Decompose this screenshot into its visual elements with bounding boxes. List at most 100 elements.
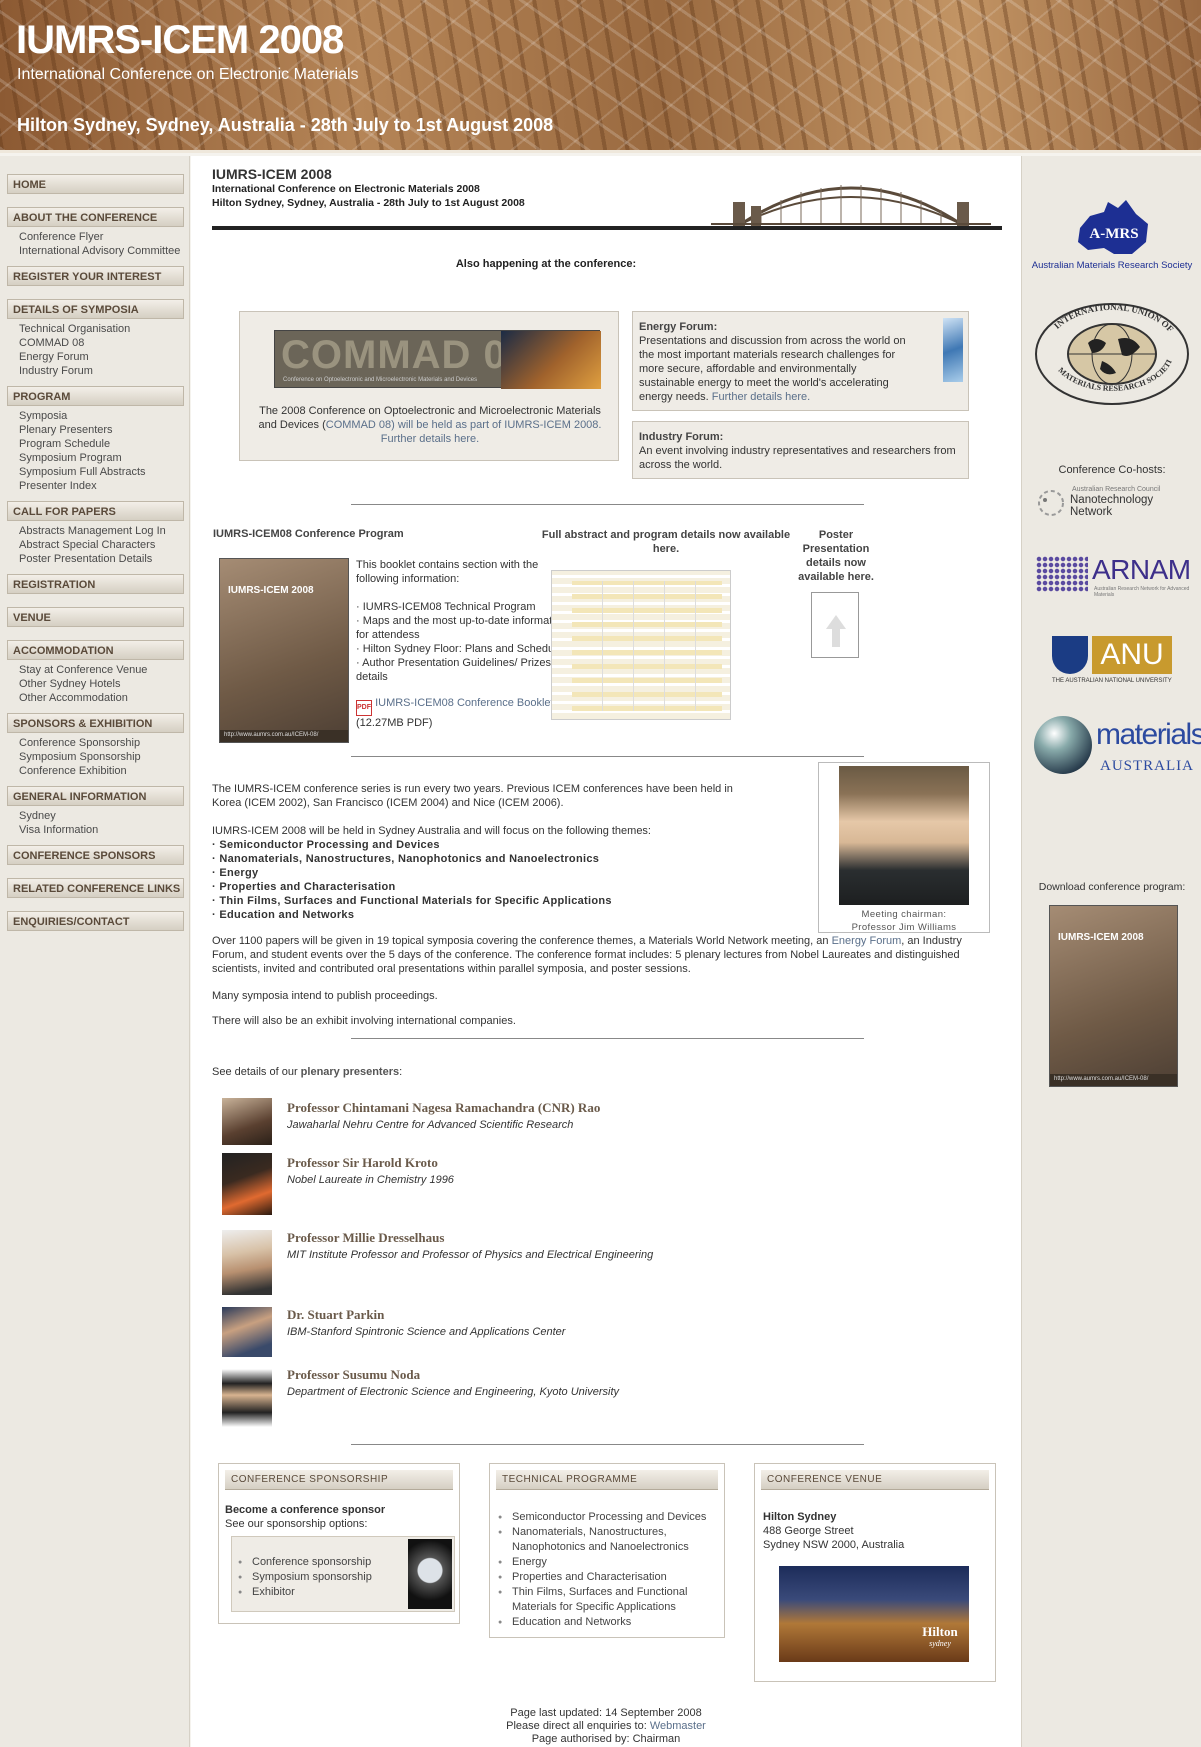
technical-theme-item[interactable]: Semiconductor Processing and Devices — [496, 1510, 716, 1525]
venue-panel-head: CONFERENCE VENUE — [761, 1470, 989, 1490]
nav-sub-plenary[interactable]: Plenary Presenters — [19, 423, 190, 437]
presenter-name[interactable]: Professor Susumu Noda — [287, 1367, 619, 1383]
technical-theme-item[interactable]: Nanomaterials, Nanostructures, Nanophoto… — [496, 1525, 716, 1555]
chairman-photo-frame: Meeting chairman: Professor Jim Williams — [818, 762, 990, 933]
poster-heading-link[interactable]: Poster Presentation details now availabl… — [796, 528, 876, 584]
nav-sub-symposia[interactable]: Symposia — [19, 409, 190, 423]
technical-theme-item[interactable]: Properties and Characterisation — [496, 1570, 716, 1585]
energy-forum-box[interactable]: Energy Forum: Presentations and discussi… — [632, 311, 969, 411]
exhibit-note: There will also be an exhibit involving … — [212, 1015, 516, 1027]
nav-sub-symp-sponsorship[interactable]: Symposium Sponsorship — [19, 750, 190, 764]
program-section-title: IUMRS-ICEM08 Conference Program — [213, 528, 404, 540]
nav-sub-visa[interactable]: Visa Information — [19, 823, 190, 837]
nav-sub-conf-sponsorship[interactable]: Conference Sponsorship — [19, 736, 190, 750]
download-program-cover[interactable]: IUMRS-ICEM 2008 http://www.aumrs.com.au/… — [1049, 905, 1178, 1087]
nav-sub-industry[interactable]: Industry Forum — [19, 364, 190, 378]
technical-theme-item[interactable]: Thin Films, Surfaces and Functional Mate… — [496, 1585, 716, 1615]
presenter-name[interactable]: Professor Sir Harold Kroto — [287, 1155, 454, 1171]
nav-sub-tech-org[interactable]: Technical Organisation — [19, 322, 190, 336]
presenter-name[interactable]: Professor Chintamani Nagesa Ramachandra … — [287, 1100, 600, 1116]
venue-name: Hilton Sydney — [763, 1511, 837, 1523]
presenter-affiliation: Department of Electronic Science and Eng… — [287, 1386, 620, 1398]
webmaster-link[interactable]: Webmaster — [650, 1720, 706, 1732]
technical-theme-item[interactable]: Energy — [496, 1555, 716, 1570]
nav-sub-flyer[interactable]: Conference Flyer — [19, 230, 190, 244]
divider — [351, 756, 864, 757]
plenary-presenters-link[interactable]: plenary presenters — [301, 1066, 399, 1078]
program-schedule-thumbnail[interactable] — [551, 570, 731, 720]
nav-sub-other-accommodation[interactable]: Other Accommodation — [19, 691, 190, 705]
anu-logo[interactable]: ANU THE AUSTRALIAN NATIONAL UNIVERSITY — [1052, 636, 1172, 688]
nav-related[interactable]: RELATED CONFERENCE LINKS — [7, 878, 184, 898]
nav-sub-special-chars[interactable]: Abstract Special Characters — [19, 538, 190, 552]
hilton-logo: Hilton sydney — [922, 1624, 958, 1648]
nav-sub-stay-venue[interactable]: Stay at Conference Venue — [19, 663, 190, 677]
technical-theme-item[interactable]: Education and Networks — [496, 1615, 716, 1630]
nav-home[interactable]: HOME — [7, 174, 184, 194]
nav-sub-abstracts[interactable]: Symposium Full Abstracts — [19, 465, 190, 479]
commad-link[interactable]: COMMAD 08 — [326, 419, 391, 431]
hilton-hotel-photo[interactable]: Hilton sydney — [779, 1566, 969, 1662]
sponsorship-image — [408, 1539, 452, 1609]
energy-forum-link[interactable]: Further details here. — [712, 391, 810, 403]
sponsorship-subtitle: See our sponsorship options: — [225, 1518, 368, 1530]
nav-sub-poster-details[interactable]: Poster Presentation Details — [19, 552, 190, 566]
energy-forum-inline-link[interactable]: Energy Forum — [832, 935, 902, 947]
nav-sub-schedule[interactable]: Program Schedule — [19, 437, 190, 451]
theme-item: · Properties and Characterisation — [212, 881, 396, 893]
chairman-caption-name: Professor Jim Williams — [851, 922, 957, 933]
presenter-photo — [222, 1307, 272, 1357]
sponsorship-option[interactable]: Conference sponsorship — [236, 1555, 372, 1570]
nav-sub-sydney[interactable]: Sydney — [19, 809, 190, 823]
poster-thumbnail[interactable] — [811, 592, 859, 658]
page-venue-line: Hilton Sydney, Sydney, Australia - 28th … — [212, 197, 525, 209]
nav-sub-energy[interactable]: Energy Forum — [19, 350, 190, 364]
sponsorship-option[interactable]: Symposium sponsorship — [236, 1570, 372, 1585]
nav-sub-presenter-index[interactable]: Presenter Index — [19, 479, 190, 493]
theme-item: · Nanomaterials, Nanostructures, Nanopho… — [212, 853, 600, 865]
nav-sub-exhibition[interactable]: Conference Exhibition — [19, 764, 190, 778]
nav-sponsors[interactable]: SPONSORS & EXHIBITION — [7, 713, 184, 733]
booklet-download-link[interactable]: IUMRS-ICEM08 Conference Booklet — [375, 697, 554, 709]
presenter-name[interactable]: Professor Millie Dresselhaus — [287, 1230, 653, 1246]
nav-sub-commad[interactable]: COMMAD 08 — [19, 336, 190, 350]
arnam-logo[interactable]: ARNAM Australian Research Network for Ad… — [1036, 552, 1196, 598]
sponsorship-option[interactable]: Exhibitor — [236, 1585, 372, 1600]
nav-program[interactable]: PROGRAM — [7, 386, 184, 406]
booklet-size: (12.27MB PDF) — [356, 717, 433, 729]
energy-forum-title: Energy Forum: — [639, 321, 718, 333]
nanotech-network-logo[interactable]: Australian Research Council Nanotechnolo… — [1036, 486, 1196, 520]
booklet-cover-image[interactable]: IUMRS-ICEM 2008 http://www.aumrs.com.au/… — [219, 558, 349, 743]
booklet-item: · Maps and the most up-to-date informati… — [356, 615, 567, 641]
nav-sub-advisory[interactable]: International Advisory Committee — [19, 244, 190, 258]
commad-box[interactable]: COMMAD 08 Conference on Optoelectronic a… — [239, 311, 619, 461]
nav-sub-symposium-program[interactable]: Symposium Program — [19, 451, 190, 465]
nav-conf-sponsors[interactable]: CONFERENCE SPONSORS — [7, 845, 184, 865]
chairman-photo — [839, 766, 969, 905]
nav-registration[interactable]: REGISTRATION — [7, 574, 184, 594]
nav-symposia[interactable]: DETAILS OF SYMPOSIA — [7, 299, 184, 319]
nav-register[interactable]: REGISTER YOUR INTEREST — [7, 266, 184, 286]
commad-details-link[interactable]: ) will be held as part of IUMRS-ICEM 200… — [381, 419, 602, 445]
materials-australia-logo[interactable]: materials AUSTRALIA — [1034, 714, 1201, 786]
abstract-heading-link[interactable]: Full abstract and program details now av… — [541, 528, 791, 556]
amrs-logo[interactable]: A-MRS — [1074, 198, 1154, 260]
page-subtitle: International Conference on Electronic M… — [212, 183, 480, 195]
iumrs-logo[interactable]: INTERNATIONAL UNION OF MATERIALS RESEARC… — [1032, 299, 1192, 409]
nav-sub-abstracts-login[interactable]: Abstracts Management Log In — [19, 524, 190, 538]
divider — [351, 1038, 864, 1039]
venue-panel: CONFERENCE VENUE Hilton Sydney 488 Georg… — [754, 1463, 996, 1682]
nav-venue[interactable]: VENUE — [7, 607, 184, 627]
nav-general[interactable]: GENERAL INFORMATION — [7, 786, 184, 806]
nav-accommodation[interactable]: ACCOMMODATION — [7, 640, 184, 660]
venue-address-line: 488 George Street — [763, 1525, 854, 1537]
harbour-bridge-illustration — [711, 185, 991, 228]
presenter-name[interactable]: Dr. Stuart Parkin — [287, 1307, 565, 1323]
nav-about[interactable]: ABOUT THE CONFERENCE — [7, 207, 184, 227]
nav-call-for-papers[interactable]: CALL FOR PAPERS — [7, 501, 184, 521]
energy-forum-image — [943, 318, 963, 382]
industry-forum-box[interactable]: Industry Forum: An event involving indus… — [632, 421, 969, 479]
nav-sub-other-hotels[interactable]: Other Sydney Hotels — [19, 677, 190, 691]
chairman-caption-role: Meeting chairman: — [861, 909, 947, 920]
nav-enquiries[interactable]: ENQUIRIES/CONTACT — [7, 911, 184, 931]
